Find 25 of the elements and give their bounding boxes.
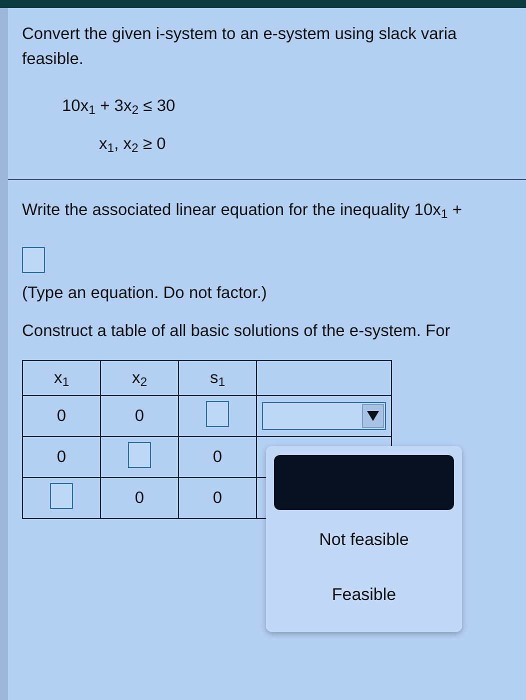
- table-cell: 0: [100, 396, 178, 436]
- caret-icon: [367, 411, 379, 421]
- dropdown-field[interactable]: [262, 402, 386, 430]
- table-cell: 0: [22, 396, 100, 436]
- question-text: Convert the given i-system to an e-system using slack varia: [22, 24, 458, 45]
- table-cell: 0: [22, 436, 100, 478]
- dropdown-option[interactable]: Feasible: [274, 567, 454, 622]
- hint-text: (Type an equation. Do not factor.): [22, 282, 268, 304]
- prompt-text: Construct a table of all basic solutions of the e-system. For: [22, 321, 452, 342]
- answer-box[interactable]: [128, 442, 151, 468]
- answer-box[interactable]: [22, 246, 45, 273]
- dropdown-button[interactable]: [362, 404, 384, 428]
- question-text: feasible.: [22, 48, 84, 70]
- column-header: s$_{1}$: [178, 360, 256, 396]
- dropdown-option[interactable]: Not feasible: [274, 512, 454, 567]
- prompt-text: Write the associated linear equation for the inequality 10x$_{1}$ +: [22, 200, 463, 223]
- answer-box[interactable]: [206, 400, 229, 427]
- column-header: x$_{1}$: [22, 360, 100, 396]
- table-cell: 0: [178, 436, 256, 478]
- constraint-text: 10x$_{1}$ + 3x$_{2}$ ≤ 30: [62, 96, 176, 118]
- column-header: x$_{2}$: [100, 360, 178, 396]
- table-cell: 0: [178, 478, 256, 518]
- answer-box[interactable]: [50, 482, 73, 509]
- table-cell: 0: [100, 478, 178, 518]
- constraint-text: x$_{1}$, x$_{2}$ ≥ 0: [98, 134, 167, 157]
